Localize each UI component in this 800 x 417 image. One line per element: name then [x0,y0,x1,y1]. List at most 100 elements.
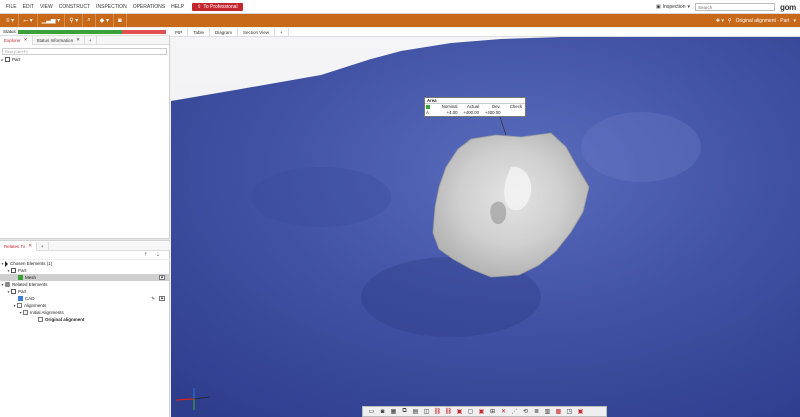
zoom-icon[interactable]: ⌕ [83,14,96,27]
tab-table[interactable]: Table [188,27,211,37]
tab-section-view[interactable]: Section View [238,27,275,37]
close-icon[interactable]: ✕ [28,243,32,249]
unlink-icon[interactable]: ⛓ [443,407,454,416]
grid-icon[interactable]: ▦ [388,407,399,416]
close-view-icon[interactable]: ▣ [575,407,586,416]
copy-icon[interactable]: ⧉ [399,407,410,416]
stack-icon[interactable]: ▤ [410,407,421,416]
tree-item-label: CAD [25,296,35,301]
menu-bar: FILE EDIT VIEW CONSTRUCT INSPECTION OPER… [0,0,800,14]
construct-icon[interactable]: ⤚ ▾ [19,14,38,27]
chevron-down-icon[interactable]: ▾ [793,18,796,24]
hamburger-menu-icon[interactable]: ≡ ▾ [2,14,20,27]
tab-pip[interactable]: PIP [170,27,189,37]
view-tabs: PIP Table Diagram Section View + [170,27,800,37]
tree-initial-alignments[interactable]: ▾ Initial Alignments [0,309,170,316]
mesh-view-icon[interactable]: ▥ [542,407,553,416]
tree-item-label: Part [18,289,27,294]
chart-icon[interactable]: ▁▃▅ ▾ [38,14,66,27]
fit-view-icon[interactable]: ▭ [366,407,377,416]
eye-icon[interactable]: ◉ [159,275,165,280]
frame-icon[interactable]: ▣ [454,407,465,416]
tree-chosen-mesh[interactable]: Mesh ◉ [0,274,170,281]
inspect-icon[interactable]: ⚲ ▾ [65,14,84,27]
cursor-icon [5,260,8,267]
related-elements-icon [5,282,10,287]
camera-icon[interactable]: ◙ [377,407,388,416]
select-icon[interactable]: ▢ [465,407,476,416]
tree-item-label: Original alignment [45,317,85,322]
points-icon[interactable]: ⋰ [509,407,520,416]
toolbar-left: ≡ ▾ ⤚ ▾ ▁▃▅ ▾ ⚲ ▾ ⌕ ◆ ▾ ◙ [0,14,127,27]
tree-chosen-elements[interactable]: ▾ Chosen Elements (1) [0,260,170,267]
collapse-icon[interactable]: ⇡ [144,252,148,258]
add-view-tab-button[interactable]: + [275,27,289,37]
relates-to-panel: Relates To ✕ + ⇡ ⇣ ▾ Chosen Elements (1)… [0,241,170,323]
label-row-key: A [426,110,429,115]
alignment-selector[interactable]: Original alignment · Part [736,18,790,24]
label-nominal-value: +4.00 [446,110,458,115]
find-input[interactable]: Find (Ctrl+F) [2,48,167,55]
main-toolbar: ≡ ▾ ⤚ ▾ ▁▃▅ ▾ ⚲ ▾ ⌕ ◆ ▾ ◙ ✚ ▾ ⚲ Original… [0,14,800,27]
add-tab-button[interactable]: + [85,35,97,45]
tree-related-elements[interactable]: ▾ Related Elements [0,281,170,288]
gom-logo: gom [780,2,796,12]
folder-icon [23,310,28,315]
add-tab-button[interactable]: + [37,241,49,251]
menu-file[interactable]: FILE [3,4,20,10]
tree-chosen-part[interactable]: ▾ Part [0,267,170,274]
tab-status-information[interactable]: Status Information ✕ [33,35,85,45]
tab-diagram[interactable]: Diagram [210,27,239,37]
mesh-render [171,37,800,417]
menu-inspection[interactable]: INSPECTION [93,4,130,10]
layers-icon[interactable]: ≣ [531,407,542,416]
search-input[interactable] [695,3,775,11]
menu-view[interactable]: VIEW [37,4,56,10]
view-icon[interactable]: ◆ ▾ [96,14,114,27]
tab-explorer[interactable]: Explorer ✕ [0,35,33,45]
close-icon[interactable]: ✕ [24,37,28,43]
workspace-selector[interactable]: ▣ Inspection ▾ [656,4,690,10]
status-label: Status [3,29,16,34]
axis-triad [175,388,211,410]
tree-related-part[interactable]: ▾ Part [0,288,170,295]
measure-icon[interactable]: ⊞ [487,407,498,416]
tree-cad[interactable]: CAD ✎ ◉ [0,295,170,302]
expand-all-icon[interactable]: ⇣ [156,252,160,258]
label-actual-value: +400.00 [463,110,479,115]
menu-construct[interactable]: CONSTRUCT [56,4,93,10]
to-professional-label: To Professional [203,3,238,10]
deviation-label[interactable]: Area Nominal Actual Dev. Check A +4.00 +… [424,97,526,117]
camera-icon[interactable]: ◙ [114,14,127,27]
relates-to-tabs: Relates To ✕ + [0,241,170,251]
tab-relates-to[interactable]: Relates To ✕ [0,241,37,251]
alignment-icon[interactable]: ⚲ [728,18,732,24]
chevron-down-icon: ▾ [687,4,690,10]
3d-viewport[interactable] [171,37,800,417]
clear-icon[interactable]: ▩ [553,407,564,416]
hide-icon[interactable]: ◫ [421,407,432,416]
relates-to-tools: ⇡ ⇣ [0,251,170,260]
close-icon[interactable]: ✕ [76,37,80,43]
eye-icon[interactable]: ◉ [159,296,165,301]
tree-item-part[interactable]: ▸ Part [0,56,169,63]
remove-icon[interactable]: ✕ [498,407,509,416]
tree-alignments[interactable]: ▾ Alignments [0,302,170,309]
link-icon[interactable]: ⛓ [432,407,443,416]
menu-help[interactable]: HELP [168,4,187,10]
tree-item-label: Alignments [24,303,47,308]
to-professional-button[interactable]: ⇪ To Professional [192,2,243,11]
tree-item-label: Initial Alignments [30,310,64,315]
menu-operations[interactable]: OPERATIONS [130,4,168,10]
status-progress-bar [18,29,166,34]
deselect-icon[interactable]: ▣ [476,407,487,416]
add-icon[interactable]: ✚ ▾ [716,18,724,24]
cad-icon [18,296,23,301]
window-icon[interactable]: ◳ [564,407,575,416]
menu-edit[interactable]: EDIT [20,4,37,10]
rotate-icon[interactable]: ⟲ [520,407,531,416]
tree-original-alignment[interactable]: Original alignment [0,316,170,323]
label-value-row: A +4.00 +400.00 +400.00 [425,110,525,116]
alignment-icon [38,317,43,322]
part-icon [11,268,16,273]
